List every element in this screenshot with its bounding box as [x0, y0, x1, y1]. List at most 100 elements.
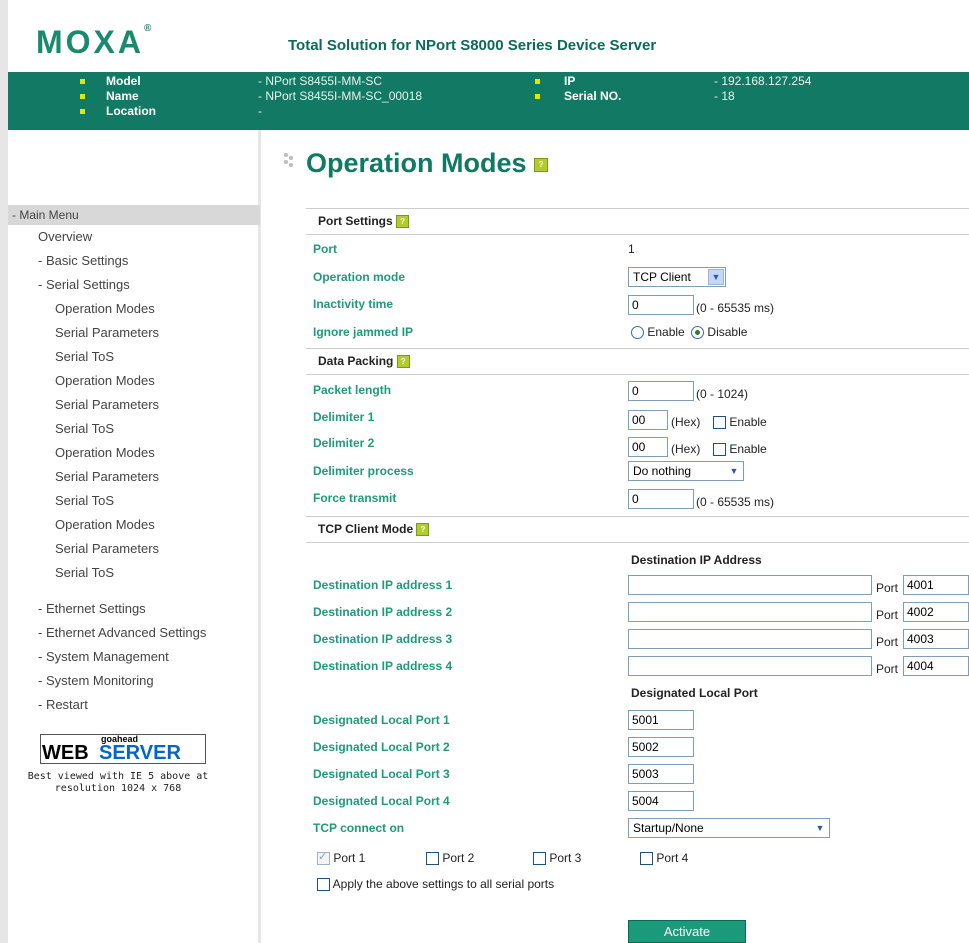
- port-4-label: Port 4: [656, 851, 689, 865]
- enable-radio[interactable]: [631, 326, 644, 340]
- model-value: - NPort S8455I-MM-SC: [258, 74, 383, 88]
- webserver-web-text: WEB: [42, 742, 89, 764]
- local-port-2-input[interactable]: [628, 737, 694, 757]
- title-bar: [260, 0, 969, 72]
- disable-radio[interactable]: [691, 326, 705, 340]
- port-3-label: Port 3: [549, 851, 582, 865]
- bullet-icon: [535, 94, 540, 99]
- destination-port-3-input[interactable]: [903, 629, 969, 649]
- sidebar-item-serial-settings[interactable]: - Serial Settings: [38, 277, 130, 292]
- sidebar-item-serial-parameters[interactable]: Serial Parameters: [55, 469, 159, 484]
- sidebar-item-system-management[interactable]: - System Management: [38, 649, 169, 664]
- browser-note-line-1: Best viewed with IE 5 above at: [27, 771, 209, 782]
- port-4-checkbox[interactable]: [640, 852, 653, 866]
- operation-mode-select[interactable]: TCP Client ▼: [628, 267, 726, 287]
- tcp-connect-on-select[interactable]: Startup/None ▼: [628, 818, 830, 838]
- sidebar-item-operation-modes[interactable]: Operation Modes: [55, 517, 155, 532]
- sidebar-item-serial-tos[interactable]: Serial ToS: [55, 565, 114, 580]
- designated-local-port-heading: Designated Local Port: [631, 686, 758, 700]
- moxa-logo: MOXA®: [36, 23, 152, 60]
- local-port-1-label: Designated Local Port 1: [313, 713, 450, 727]
- destination-ip-3-label: Destination IP address 3: [313, 632, 453, 646]
- tcp-connect-on-value: Startup/None: [633, 821, 704, 835]
- name-label: Name: [106, 89, 139, 103]
- sidebar-item-serial-tos[interactable]: Serial ToS: [55, 349, 114, 364]
- sidebar-item-restart[interactable]: - Restart: [38, 697, 88, 712]
- destination-port-2-input[interactable]: [903, 602, 969, 622]
- bullet-icon: [80, 109, 85, 114]
- ignore-jammed-ip-options: Enable Disable: [631, 325, 748, 340]
- delimiter-2-input[interactable]: [628, 437, 668, 457]
- port-4-option: Port 4: [640, 851, 689, 866]
- destination-ip-1-label: Destination IP address 1: [313, 578, 453, 592]
- delimiter-1-enable-checkbox[interactable]: [713, 416, 726, 430]
- port-1-label: Port 1: [333, 851, 366, 865]
- sidebar-item-operation-modes[interactable]: Operation Modes: [55, 445, 155, 460]
- sidebar: [8, 130, 260, 943]
- inactivity-time-label: Inactivity time: [313, 297, 394, 311]
- delimiter-1-enable: Enable: [713, 415, 767, 430]
- sidebar-item-system-monitoring[interactable]: - System Monitoring: [38, 673, 154, 688]
- port-2-checkbox[interactable]: [426, 852, 439, 866]
- destination-ip-3-input[interactable]: [628, 629, 872, 649]
- sidebar-item-basic-settings[interactable]: - Basic Settings: [38, 253, 128, 268]
- destination-port-1-input[interactable]: [903, 575, 969, 595]
- name-value: - NPort S8455I-MM-SC_00018: [258, 89, 423, 103]
- packet-length-input[interactable]: [628, 381, 694, 401]
- local-port-4-input[interactable]: [628, 791, 694, 811]
- sidebar-divider: [258, 130, 261, 943]
- apply-all-checkbox[interactable]: [317, 878, 330, 892]
- local-port-3-label: Designated Local Port 3: [313, 767, 450, 781]
- ip-value: - 192.168.127.254: [714, 74, 812, 88]
- operation-mode-value: TCP Client: [633, 270, 691, 284]
- sidebar-item-ethernet-settings[interactable]: - Ethernet Settings: [38, 601, 146, 616]
- inactivity-time-input[interactable]: [628, 295, 694, 315]
- sidebar-item-serial-parameters[interactable]: Serial Parameters: [55, 541, 159, 556]
- destination-ip-4-input[interactable]: [628, 656, 872, 676]
- destination-ip-2-input[interactable]: [628, 602, 872, 622]
- delimiter-1-label: Delimiter 1: [313, 410, 375, 424]
- sidebar-item-operation-modes[interactable]: Operation Modes: [55, 301, 155, 316]
- model-label: Model: [106, 74, 141, 88]
- location-label: Location: [106, 104, 156, 118]
- help-icon[interactable]: ?: [396, 215, 410, 229]
- apply-all-label: Apply the above settings to all serial p…: [332, 877, 555, 891]
- sidebar-item-serial-parameters[interactable]: Serial Parameters: [55, 397, 159, 412]
- sidebar-item-ethernet-advanced-settings[interactable]: - Ethernet Advanced Settings: [38, 625, 206, 640]
- operation-mode-label: Operation mode: [313, 270, 406, 284]
- main-menu-heading[interactable]: - Main Menu: [8, 205, 260, 225]
- goahead-webserver-logo: goahead WEB SERVER: [40, 734, 206, 764]
- browser-note-line-2: resolution 1024 x 768: [54, 783, 182, 794]
- ignore-jammed-ip-label: Ignore jammed IP: [313, 325, 414, 339]
- page-title: Operation Modes ?: [306, 148, 549, 179]
- sidebar-item-serial-parameters[interactable]: Serial Parameters: [55, 325, 159, 340]
- delimiter-process-select[interactable]: Do nothing ▼: [628, 461, 744, 481]
- chevron-down-icon: ▼: [812, 820, 828, 836]
- sidebar-item-serial-tos[interactable]: Serial ToS: [55, 421, 114, 436]
- activate-button[interactable]: Activate: [628, 920, 746, 943]
- disable-radio-label: Disable: [707, 325, 748, 339]
- sidebar-item-serial-tos[interactable]: Serial ToS: [55, 493, 114, 508]
- force-transmit-range: (0 - 65535 ms): [696, 495, 775, 509]
- chevron-down-icon: ▼: [708, 269, 724, 285]
- local-port-1-input[interactable]: [628, 710, 694, 730]
- help-icon[interactable]: ?: [534, 157, 549, 172]
- bullet-icon: [535, 79, 540, 84]
- delimiter-1-input[interactable]: [628, 410, 668, 430]
- destination-port-3-word: Port: [876, 635, 899, 649]
- destination-port-1-word: Port: [876, 581, 899, 595]
- destination-ip-1-input[interactable]: [628, 575, 872, 595]
- help-icon[interactable]: ?: [416, 523, 430, 537]
- delimiter-2-enable-checkbox[interactable]: [713, 443, 726, 457]
- destination-port-4-input[interactable]: [903, 656, 969, 676]
- apply-all-option: Apply the above settings to all serial p…: [317, 877, 555, 892]
- port-1-checkbox[interactable]: [317, 850, 330, 866]
- port-3-checkbox[interactable]: [533, 852, 546, 866]
- tcp-connect-on-label: TCP connect on: [313, 821, 405, 835]
- force-transmit-input[interactable]: [628, 489, 694, 509]
- local-port-3-input[interactable]: [628, 764, 694, 784]
- port-label: Port: [313, 242, 337, 256]
- sidebar-item-operation-modes[interactable]: Operation Modes: [55, 373, 155, 388]
- sidebar-item-overview[interactable]: Overview: [38, 229, 92, 244]
- help-icon[interactable]: ?: [396, 355, 410, 369]
